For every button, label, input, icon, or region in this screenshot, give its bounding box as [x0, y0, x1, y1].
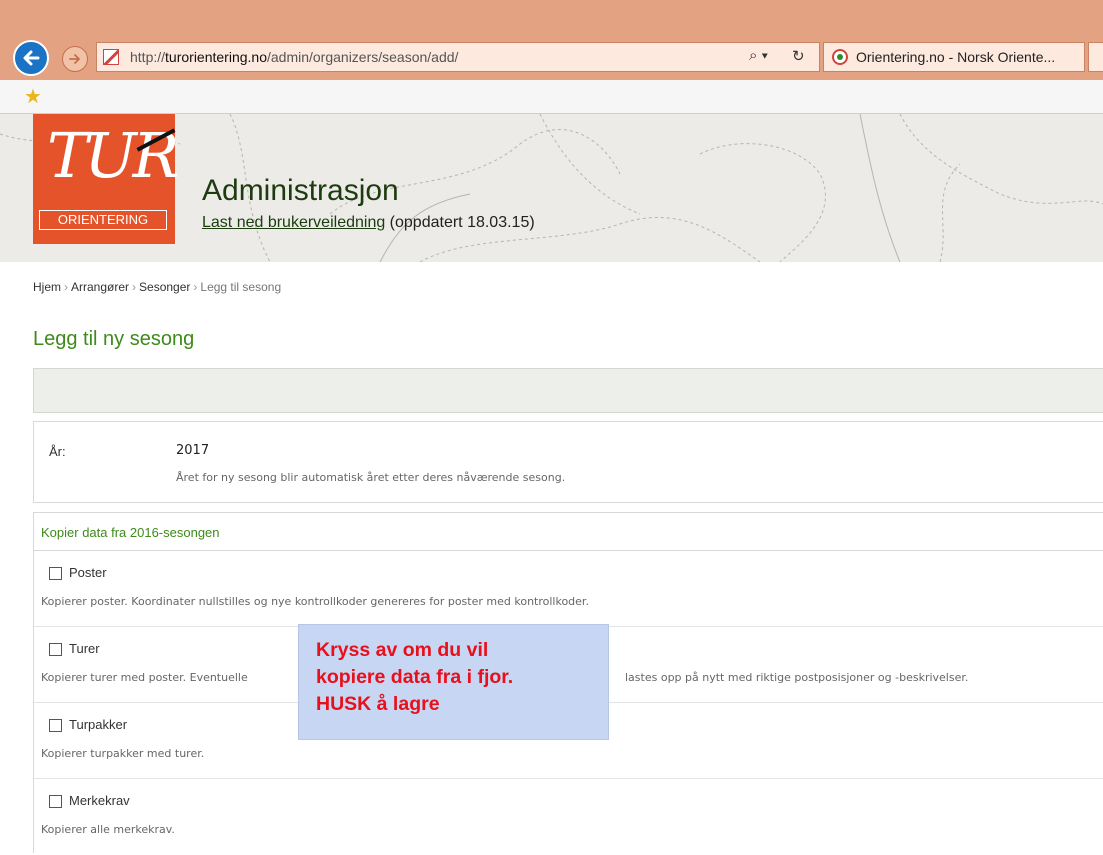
- address-url[interactable]: http://turorientering.no/admin/organizer…: [130, 49, 458, 65]
- page-title: Legg til ny sesong: [33, 328, 195, 350]
- poster-checkbox[interactable]: [49, 567, 62, 580]
- callout-line: kopiere data fra i fjor.: [316, 666, 514, 688]
- address-bar[interactable]: http://turorientering.no/admin/organizer…: [96, 42, 820, 72]
- copy-option-poster: Poster Kopierer poster. Koordinater null…: [34, 551, 1103, 627]
- copy-option-merkekrav: Merkekrav Kopierer alle merkekrav.: [34, 779, 1103, 855]
- browser-titlebar: http://turorientering.no/admin/organizer…: [0, 0, 1103, 80]
- turer-help-text-end: lastes opp på nytt med riktige postposis…: [625, 671, 969, 684]
- logo-text: TUR: [47, 119, 179, 192]
- breadcrumb-home[interactable]: Hjem: [33, 280, 61, 294]
- merkekrav-help-text: Kopierer alle merkekrav.: [41, 823, 175, 836]
- turpakker-label[interactable]: Turpakker: [69, 717, 127, 732]
- manual-line: Last ned brukerveiledning (oppdatert 18.…: [202, 214, 535, 232]
- poster-help-text: Kopierer poster. Koordinater nullstilles…: [41, 595, 589, 608]
- turpakker-help-text: Kopierer turpakker med turer.: [41, 747, 205, 760]
- turpakker-checkbox[interactable]: [49, 719, 62, 732]
- tab-favicon-icon: [832, 49, 848, 65]
- search-icon[interactable]: ⌕ ▾: [749, 47, 768, 64]
- refresh-icon[interactable]: ↻: [792, 47, 805, 65]
- manual-updated-note: (oppdatert 18.03.15): [385, 214, 535, 231]
- site-title: Administrasjon: [202, 174, 399, 207]
- year-value: 2017: [176, 443, 210, 458]
- merkekrav-checkbox[interactable]: [49, 795, 62, 808]
- turer-help-text-start: Kopierer turer med poster. Eventuelle: [41, 671, 248, 684]
- turer-checkbox[interactable]: [49, 643, 62, 656]
- merkekrav-label[interactable]: Merkekrav: [69, 793, 130, 808]
- breadcrumb: Hjem › Arrangører › Sesonger › Legg til sesong: [33, 280, 282, 294]
- breadcrumb-seasons[interactable]: Sesonger: [139, 280, 190, 294]
- year-help-text: Året for ny sesong blir automatisk året …: [176, 471, 566, 484]
- breadcrumb-current: Legg til sesong: [200, 280, 282, 294]
- turer-label[interactable]: Turer: [69, 641, 100, 656]
- logo-subtitle: ORIENTERING: [39, 210, 167, 230]
- browser-tab-partial[interactable]: [1088, 42, 1103, 72]
- message-bar: [33, 368, 1103, 413]
- forward-arrow-icon[interactable]: [62, 46, 88, 72]
- instruction-callout: Kryss av om du vil kopiere data fra i fj…: [298, 624, 609, 740]
- breadcrumb-organizers[interactable]: Arrangører: [71, 280, 129, 294]
- browser-tab[interactable]: Orientering.no - Norsk Oriente...: [823, 42, 1085, 72]
- favorites-star-icon[interactable]: ★: [24, 84, 42, 109]
- copy-section-title: Kopier data fra 2016-sesongen: [41, 525, 220, 540]
- tab-title: Orientering.no - Norsk Oriente...: [856, 49, 1056, 65]
- poster-label[interactable]: Poster: [69, 565, 107, 580]
- site-favicon-icon: [103, 49, 119, 65]
- callout-line: HUSK å lagre: [316, 693, 440, 715]
- copy-section-header: Kopier data fra 2016-sesongen: [34, 513, 1103, 551]
- site-logo[interactable]: TUR ORIENTERING: [33, 114, 179, 244]
- favorites-bar: ★: [0, 80, 1103, 114]
- site-header: TUR ORIENTERING Administrasjon Last ned …: [0, 114, 1103, 262]
- year-label: År:: [49, 444, 66, 459]
- download-manual-link[interactable]: Last ned brukerveiledning: [202, 214, 385, 231]
- year-fieldset: År: 2017 Året for ny sesong blir automat…: [33, 421, 1103, 503]
- callout-text: Kryss av om du vil kopiere data fra i fj…: [316, 637, 606, 718]
- back-arrow-icon[interactable]: [13, 40, 49, 76]
- callout-line: Kryss av om du vil: [316, 639, 489, 661]
